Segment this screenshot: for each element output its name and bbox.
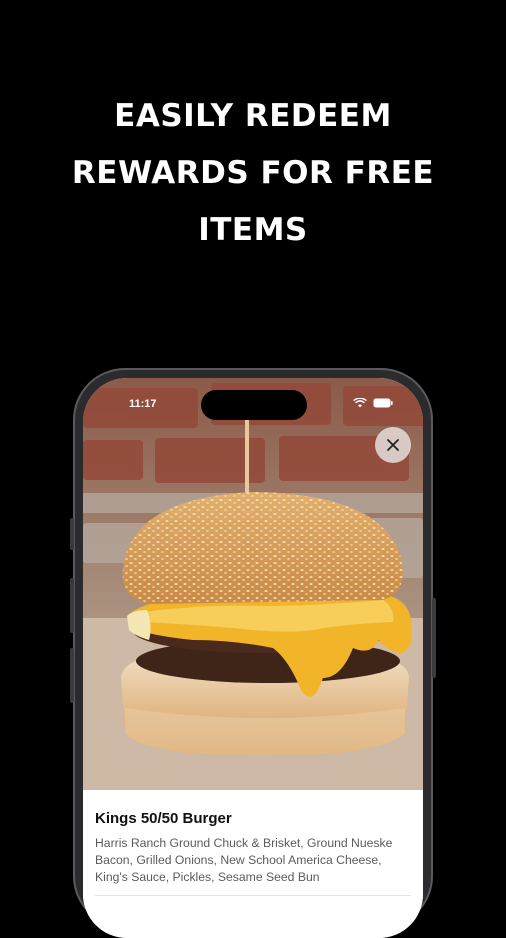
close-icon [387, 439, 399, 451]
battery-icon [373, 398, 393, 408]
divider [95, 895, 411, 896]
volume-up-button [70, 578, 74, 633]
close-button[interactable] [375, 427, 411, 463]
headline-line-2: REWARDS FOR FREE [71, 155, 435, 191]
wifi-icon [353, 398, 367, 408]
item-description: Harris Ranch Ground Chuck & Brisket, Gro… [95, 836, 393, 884]
item-photo [83, 378, 423, 790]
item-details: Kings 50/50 Burger Harris Ranch Ground C… [83, 790, 423, 938]
promo-headline: EASILY REDEEM REWARDS FOR FREE ITEMS [0, 88, 506, 259]
mute-switch [70, 518, 74, 550]
status-time: 11:17 [129, 398, 157, 410]
dynamic-island [201, 390, 307, 420]
headline-line-3: ITEMS [198, 212, 308, 248]
phone-frame: 11:17 Kings 50/50 Burger Harris Ranch Gr… [70, 368, 436, 938]
phone-screen: 11:17 Kings 50/50 Burger Harris Ranch Gr… [83, 378, 423, 938]
volume-down-button [70, 648, 74, 703]
item-name: Kings 50/50 Burger [95, 810, 232, 827]
headline-line-1: EASILY REDEEM [114, 98, 392, 134]
status-icons [353, 398, 393, 408]
power-button [432, 598, 436, 678]
